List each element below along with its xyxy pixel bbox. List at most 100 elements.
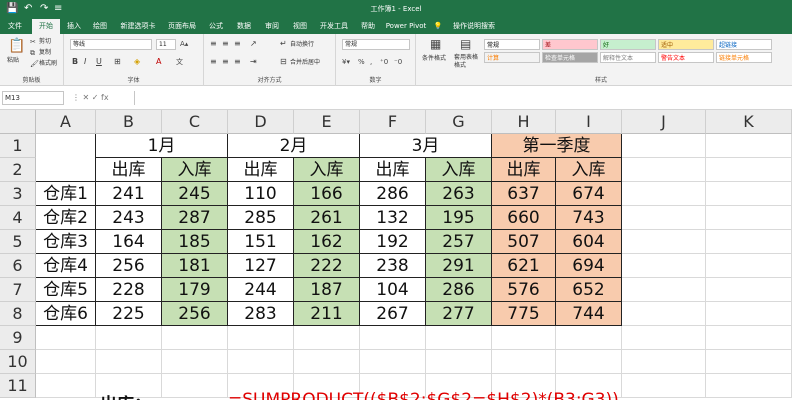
align-right-icon[interactable]: ≡ <box>234 57 241 67</box>
empty-cell[interactable] <box>706 302 792 326</box>
tell-me-search[interactable]: 操作说明搜索 <box>446 19 502 34</box>
tab-draw[interactable]: 绘图 <box>88 19 112 34</box>
table-value[interactable]: 277 <box>426 302 492 326</box>
month-header-3[interactable]: 3月 <box>360 134 492 158</box>
tab-review[interactable]: 审阅 <box>260 19 284 34</box>
cut-button[interactable]: 剪切 <box>39 37 51 46</box>
empty-cell[interactable] <box>492 350 556 374</box>
column-header-C[interactable]: C <box>162 110 228 134</box>
table-value[interactable]: 211 <box>294 302 360 326</box>
row-header-11[interactable]: 11 <box>0 374 36 398</box>
align-bottom-icon[interactable]: ≡ <box>234 39 241 49</box>
cell-style-2[interactable]: 好 <box>600 39 656 50</box>
sumproduct-formula[interactable]: =SUMPRODUCT(($B$2:$G$2=$H$2)*(B3:G3)) <box>228 390 619 400</box>
warehouse-name[interactable]: 仓库1 <box>36 182 96 206</box>
orientation-icon[interactable]: ↗ <box>250 39 257 49</box>
cell-style-6[interactable]: 检查单元格 <box>542 52 598 63</box>
column-header-E[interactable]: E <box>294 110 360 134</box>
empty-cell[interactable] <box>36 374 96 398</box>
outflow-label[interactable]: 出库： <box>100 390 151 400</box>
table-value[interactable]: 243 <box>96 206 162 230</box>
column-header-J[interactable]: J <box>622 110 706 134</box>
table-value[interactable]: 744 <box>556 302 622 326</box>
table-value[interactable]: 238 <box>360 254 426 278</box>
empty-cell[interactable] <box>96 350 162 374</box>
empty-cell[interactable] <box>294 350 360 374</box>
cell-style-4[interactable]: 超链接 <box>716 39 772 50</box>
table-value[interactable]: 162 <box>294 230 360 254</box>
table-value[interactable]: 179 <box>162 278 228 302</box>
empty-cell[interactable] <box>622 254 706 278</box>
row-header-2[interactable]: 2 <box>0 158 36 182</box>
column-header-K[interactable]: K <box>706 110 792 134</box>
format-as-table-button[interactable]: 套用表格格式 <box>454 54 482 70</box>
number-format-select[interactable]: 常规 <box>342 39 410 50</box>
empty-cell[interactable] <box>622 182 706 206</box>
font-name-select[interactable]: 等线 <box>70 39 152 50</box>
table-value[interactable]: 621 <box>492 254 556 278</box>
table-value[interactable]: 507 <box>492 230 556 254</box>
subheader-2[interactable]: 入库 <box>162 158 228 182</box>
empty-cell[interactable] <box>706 206 792 230</box>
row-header-10[interactable]: 10 <box>0 350 36 374</box>
table-value[interactable]: 743 <box>556 206 622 230</box>
increase-decimal-icon[interactable]: ⁺0 <box>380 57 388 67</box>
month-header-4[interactable]: 第一季度 <box>492 134 622 158</box>
empty-cell[interactable] <box>622 374 706 398</box>
empty-cell[interactable] <box>36 326 96 350</box>
subheader-3[interactable]: 出库 <box>228 158 294 182</box>
copy-button[interactable]: 复制 <box>39 48 51 57</box>
warehouse-name[interactable]: 仓库2 <box>36 206 96 230</box>
month-header-1[interactable]: 1月 <box>96 134 228 158</box>
warehouse-name[interactable]: 仓库6 <box>36 302 96 326</box>
subheader-7[interactable]: 出库 <box>492 158 556 182</box>
empty-cell[interactable] <box>426 350 492 374</box>
empty-cell[interactable] <box>622 230 706 254</box>
table-value[interactable]: 225 <box>96 302 162 326</box>
table-value[interactable]: 286 <box>360 182 426 206</box>
indent-icon[interactable]: ⇥ <box>250 57 257 67</box>
table-value[interactable]: 291 <box>426 254 492 278</box>
column-header-F[interactable]: F <box>360 110 426 134</box>
tab-developer[interactable]: 开发工具 <box>316 19 352 34</box>
empty-cell[interactable] <box>622 302 706 326</box>
row-header-5[interactable]: 5 <box>0 230 36 254</box>
table-value[interactable]: 267 <box>360 302 426 326</box>
table-value[interactable]: 195 <box>426 206 492 230</box>
table-value[interactable]: 694 <box>556 254 622 278</box>
row-header-3[interactable]: 3 <box>0 182 36 206</box>
empty-cell[interactable] <box>706 182 792 206</box>
column-header-I[interactable]: I <box>556 110 622 134</box>
table-value[interactable]: 192 <box>360 230 426 254</box>
table-value[interactable]: 256 <box>162 302 228 326</box>
empty-cell[interactable] <box>622 206 706 230</box>
cell-A1-A2[interactable] <box>36 134 96 182</box>
empty-cell[interactable] <box>706 350 792 374</box>
worksheet-grid[interactable]: A B C D E F G H I J K 1 2 3 4 5 6 7 8 9 10 11 1月 2月 3月 第一季度 出库 入库 出库… <box>0 110 792 400</box>
conditional-format-icon[interactable]: ▦ <box>430 37 441 51</box>
empty-cell[interactable] <box>622 350 706 374</box>
font-color-icon[interactable]: A <box>156 57 161 67</box>
column-header-H[interactable]: H <box>492 110 556 134</box>
tab-help[interactable]: 帮助 <box>356 19 380 34</box>
conditional-format-button[interactable]: 条件格式 <box>422 54 446 63</box>
empty-cell[interactable] <box>706 374 792 398</box>
table-value[interactable]: 604 <box>556 230 622 254</box>
empty-cell[interactable] <box>622 278 706 302</box>
empty-cell[interactable] <box>162 326 228 350</box>
empty-cell[interactable] <box>228 326 294 350</box>
column-header-D[interactable]: D <box>228 110 294 134</box>
empty-cell[interactable] <box>556 326 622 350</box>
empty-cell[interactable] <box>360 350 426 374</box>
merge-center-button[interactable]: 合并后居中 <box>290 58 320 67</box>
tab-data[interactable]: 数据 <box>232 19 256 34</box>
table-value[interactable]: 110 <box>228 182 294 206</box>
table-value[interactable]: 228 <box>96 278 162 302</box>
tab-insert[interactable]: 插入 <box>62 19 86 34</box>
tab-formulas[interactable]: 公式 <box>204 19 228 34</box>
table-value[interactable]: 244 <box>228 278 294 302</box>
column-header-B[interactable]: B <box>96 110 162 134</box>
wrap-text-icon[interactable]: ↵ <box>280 39 287 49</box>
empty-cell[interactable] <box>622 134 706 158</box>
table-value[interactable]: 245 <box>162 182 228 206</box>
